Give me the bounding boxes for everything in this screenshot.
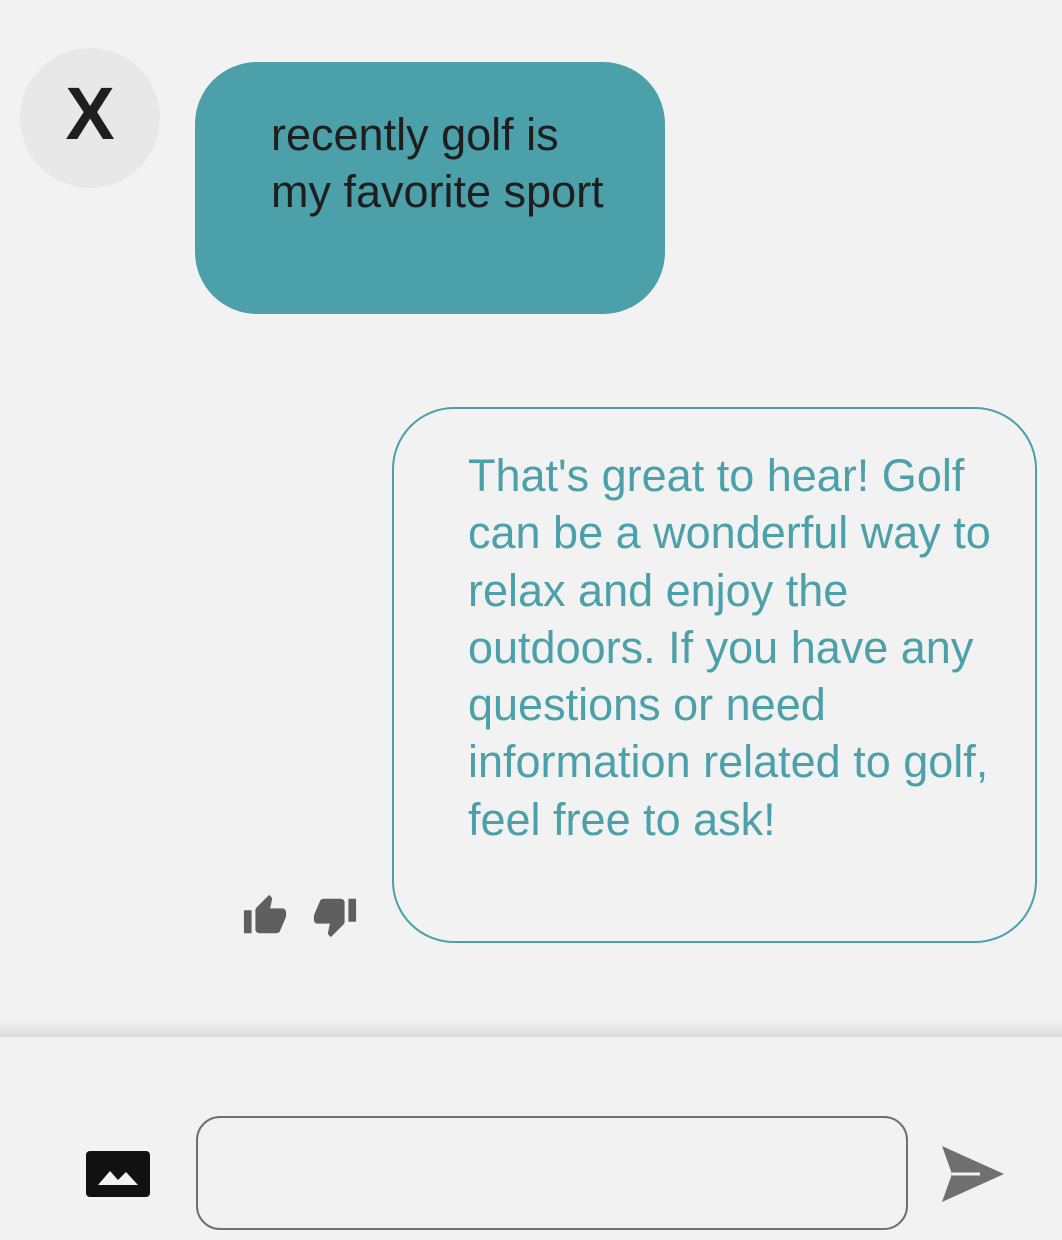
message-input[interactable] [196, 1116, 908, 1230]
composer-divider [0, 1020, 1062, 1038]
avatar-letter: X [65, 72, 115, 155]
user-message-bubble: recently golf is my favorite sport [195, 62, 665, 314]
image-icon[interactable] [86, 1151, 150, 1197]
assistant-message-bubble: That's great to hear! Golf can be a wond… [392, 407, 1037, 943]
avatar[interactable]: X [20, 48, 160, 188]
thumbs-up-icon[interactable] [242, 893, 288, 939]
send-icon[interactable] [940, 1144, 1006, 1204]
user-message-text: recently golf is my favorite sport [271, 109, 604, 217]
assistant-message-text: That's great to hear! Golf can be a wond… [468, 450, 991, 845]
thumbs-down-icon[interactable] [312, 893, 358, 939]
